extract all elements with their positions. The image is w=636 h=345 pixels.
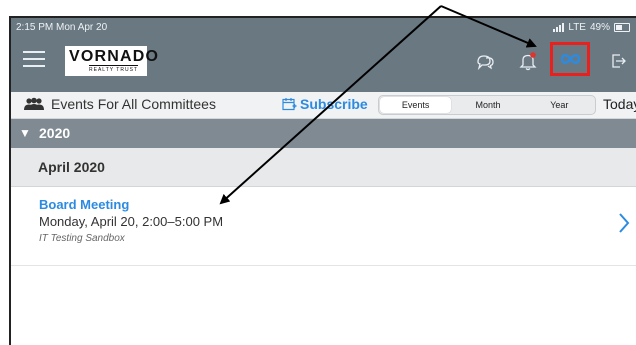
view-month[interactable]: Month xyxy=(452,96,523,114)
year-label: 2020 xyxy=(39,125,71,141)
people-icon xyxy=(24,97,44,110)
year-header[interactable]: ▼ 2020 xyxy=(11,119,636,148)
chevron-right-icon xyxy=(619,213,630,233)
status-bar: 2:15 PM Mon Apr 20 LTE 49% xyxy=(11,18,636,38)
battery-icon xyxy=(614,23,630,32)
logo-text: VORNADO xyxy=(69,48,160,65)
logout-icon[interactable] xyxy=(607,50,629,72)
subscribe-button[interactable]: Subscribe xyxy=(282,96,368,112)
collapse-triangle-icon: ▼ xyxy=(19,126,31,140)
events-toolbar: Events For All Committees Subscribe Even… xyxy=(11,92,636,119)
logo-subtext: REALTY TRUST xyxy=(89,65,138,73)
network-label: LTE xyxy=(568,22,586,33)
top-bar: 2:15 PM Mon Apr 20 LTE 49% VORNADO REALT… xyxy=(11,18,636,92)
notification-dot xyxy=(530,52,536,58)
highlight-box xyxy=(550,42,590,76)
committees-label: Events For All Committees xyxy=(51,96,216,112)
event-row[interactable]: Board Meeting Monday, April 20, 2:00–5:0… xyxy=(11,187,636,266)
vornado-logo: VORNADO REALTY TRUST xyxy=(65,46,158,76)
status-time: 2:15 PM Mon Apr 20 xyxy=(16,22,108,33)
event-location: IT Testing Sandbox xyxy=(39,233,125,244)
signal-icon xyxy=(553,23,565,32)
event-datetime: Monday, April 20, 2:00–5:00 PM xyxy=(39,214,224,229)
event-title: Board Meeting xyxy=(39,197,130,212)
battery-label: 49% xyxy=(589,22,610,33)
view-year[interactable]: Year xyxy=(524,96,595,114)
bell-icon[interactable] xyxy=(517,50,539,72)
today-button[interactable]: Today xyxy=(603,96,636,112)
month-header: April 2020 xyxy=(11,148,636,187)
chat-icon[interactable] xyxy=(474,50,496,72)
subscribe-label: Subscribe xyxy=(300,96,368,112)
status-right: LTE 49% xyxy=(553,22,630,33)
calendar-plus-icon xyxy=(282,97,297,110)
menu-icon[interactable] xyxy=(23,51,45,67)
month-label: April 2020 xyxy=(38,159,105,175)
view-segmented-control: Events Month Year xyxy=(378,95,596,115)
view-events[interactable]: Events xyxy=(380,97,452,113)
app-window: 2:15 PM Mon Apr 20 LTE 49% VORNADO REALT… xyxy=(9,16,636,345)
committees-filter[interactable]: Events For All Committees xyxy=(23,96,216,112)
